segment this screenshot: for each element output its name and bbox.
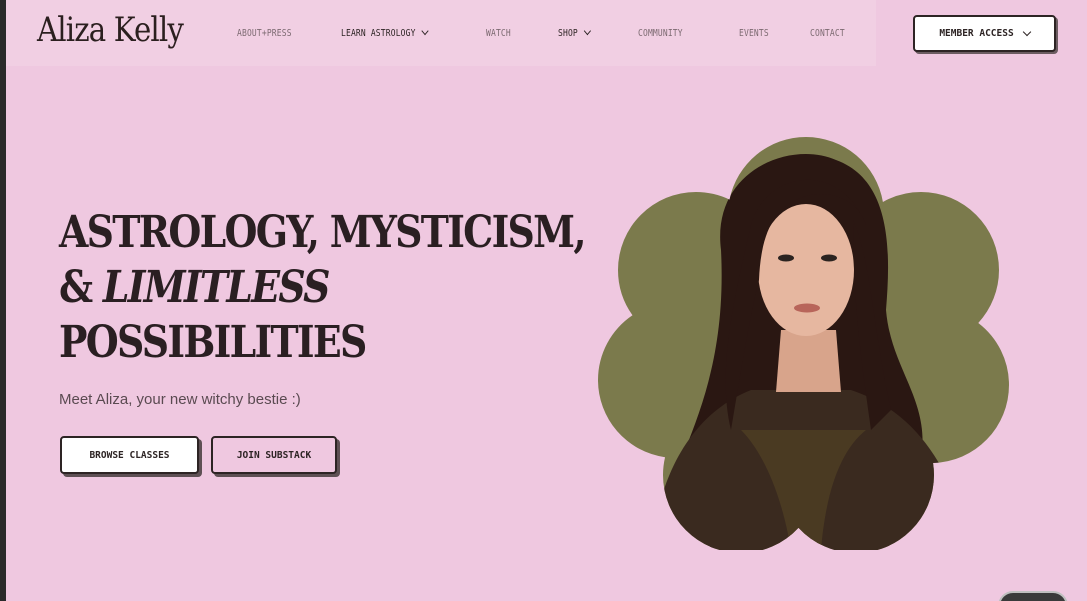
hero-heading-line-2: & LIMITLESS bbox=[59, 260, 585, 315]
hero-portrait-flower bbox=[598, 137, 1009, 550]
page: Aliza Kelly About+Press Learn Astrology … bbox=[6, 0, 1087, 601]
hero-subtitle: Meet Aliza, your new witchy bestie :) bbox=[59, 391, 301, 408]
chevron-down-icon bbox=[421, 26, 429, 36]
ampersand: & bbox=[59, 262, 93, 313]
chat-widget-button[interactable] bbox=[998, 591, 1068, 601]
nav-watch[interactable]: Watch bbox=[486, 28, 511, 39]
chevron-down-icon bbox=[583, 26, 591, 36]
nav-learn-astrology-label: Learn Astrology bbox=[341, 28, 416, 39]
hero-heading: ASTROLOGY, MYSTICISM, & LIMITLESS POSSIB… bbox=[59, 205, 587, 370]
hero-heading-line-1: ASTROLOGY, MYSTICISM, bbox=[59, 207, 587, 258]
member-access-label: Member Access bbox=[939, 28, 1014, 39]
nav-events[interactable]: Events bbox=[739, 28, 769, 39]
join-substack-button[interactable]: Join Substack bbox=[211, 436, 337, 474]
nav-about-press[interactable]: About+Press bbox=[237, 28, 292, 39]
nav-learn-astrology[interactable]: Learn Astrology bbox=[341, 26, 429, 39]
hero-heading-line-3: POSSIBILITIES bbox=[59, 317, 367, 368]
nav-shop[interactable]: Shop bbox=[558, 26, 591, 39]
member-access-button[interactable]: Member Access bbox=[913, 15, 1056, 52]
site-logo[interactable]: Aliza Kelly bbox=[37, 10, 184, 50]
chevron-down-icon bbox=[1022, 27, 1031, 36]
nav-community[interactable]: Community bbox=[638, 28, 683, 39]
hero-heading-italic: LIMITLESS bbox=[102, 262, 331, 313]
browse-classes-button[interactable]: Browse Classes bbox=[60, 436, 199, 474]
nav-shop-label: Shop bbox=[558, 28, 578, 39]
nav-contact[interactable]: Contact bbox=[810, 28, 845, 39]
